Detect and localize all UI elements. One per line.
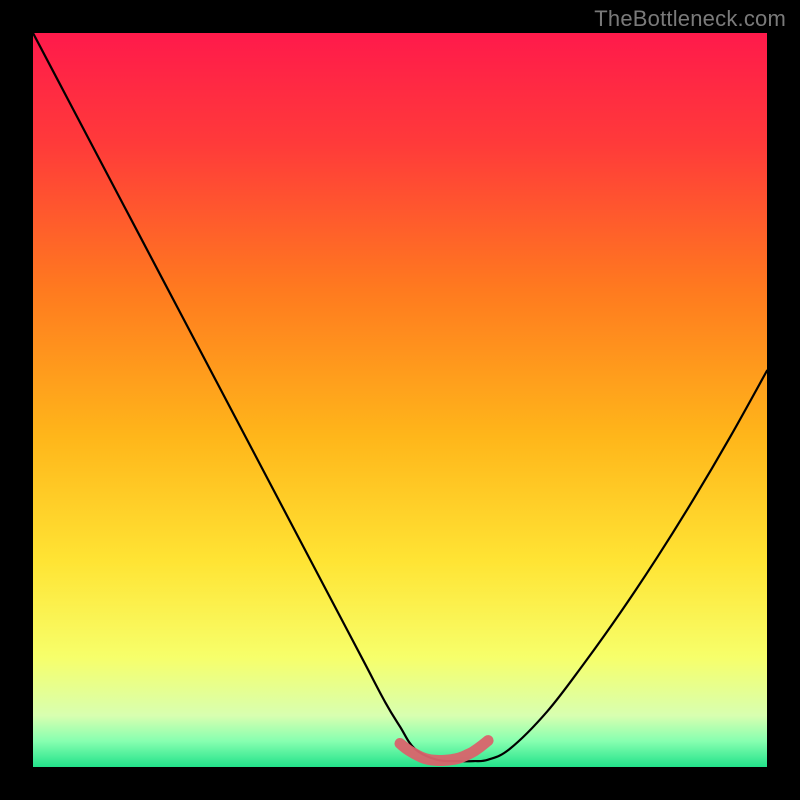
plot-area: [33, 33, 767, 767]
chart-frame: TheBottleneck.com: [0, 0, 800, 800]
gradient-background: [33, 33, 767, 767]
chart-svg: [33, 33, 767, 767]
watermark-text: TheBottleneck.com: [594, 6, 786, 32]
